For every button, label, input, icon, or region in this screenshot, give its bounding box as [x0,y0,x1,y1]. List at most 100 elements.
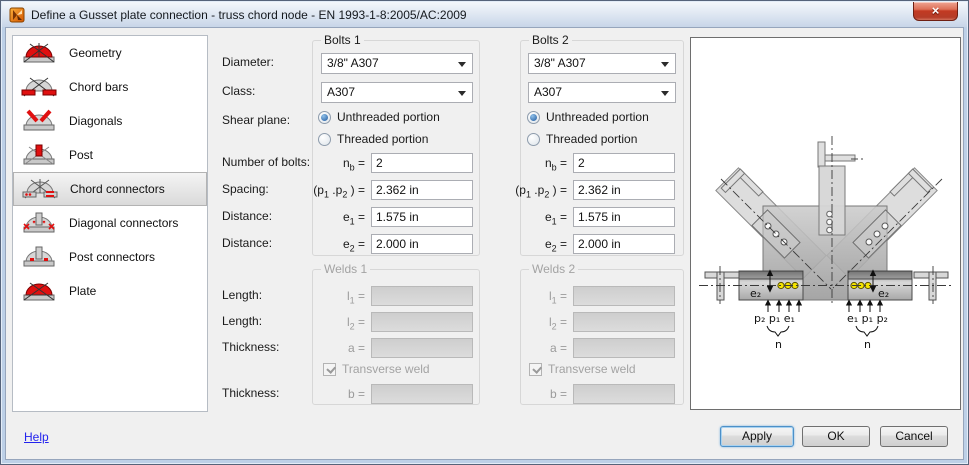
chord-connectors-icon [22,179,58,199]
welds1-title: Welds 1 [321,262,371,276]
n-left-label: n [775,338,782,351]
e2-right-label: e₂ [878,287,889,300]
window-title: Define a Gusset plate connection - truss… [31,7,467,22]
plate-icon [23,282,55,301]
sidebar-item-chord-connectors[interactable]: Chord connectors [13,172,207,206]
ok-button[interactable]: OK [802,426,870,447]
chord-bars-icon [21,77,57,97]
bolts2-threaded-radio[interactable]: Threaded portion [527,132,637,146]
title-bar: Define a Gusset plate connection - truss… [2,2,967,27]
dialog-content: Geometry Chord bars Diagonals Post Chord… [5,27,964,460]
welds2-l2-symbol: l2 = [548,315,567,332]
welds2-l1-input [573,286,675,306]
bolts1-e2-input[interactable] [371,234,473,254]
sidebar-item-label: Geometry [69,46,122,60]
label-spacing: Spacing: [222,182,269,196]
gusset-connection-diagram: e₂ e₂ p₂ p₁ e₁ e₁ p₁ p₂ n n [699,136,953,351]
dims-left-label: p₂ p₁ e₁ [754,312,795,325]
sidebar-item-label: Plate [69,284,97,298]
bolts2-title: Bolts 2 [529,33,572,47]
bolts1-unthreaded-radio[interactable]: Unthreaded portion [318,110,440,124]
bolts2-p-symbol: (p1 .p2 ) = [515,183,567,200]
welds1-l1-symbol: l1 = [346,289,365,306]
bolts1-class-select[interactable]: A307 [321,82,473,103]
label-shear-plane: Shear plane: [222,113,291,127]
sidebar-item-label: Diagonals [69,114,123,128]
sidebar-item-label: Diagonal connectors [69,216,179,230]
bolts1-nb-input[interactable] [371,153,473,173]
label-class: Class: [222,84,256,98]
label-length-l1: Length: [222,288,263,302]
bolts2-group: Bolts 2 3/8" A307 A307 Unthreaded portio… [515,33,684,256]
sidebar-item-label: Post connectors [69,250,156,264]
welds2-title: Welds 2 [529,262,579,276]
e2-left-label: e₂ [750,287,761,300]
bolts2-e2-input[interactable] [573,234,675,254]
welds2-transverse-checkbox: Transverse weld [529,362,636,376]
bolts1-e1-input[interactable] [371,207,473,227]
checkbox-checked-icon [323,362,336,376]
welds2-b-input [573,384,675,404]
radio-unchecked-icon [527,132,540,146]
welds1-b-symbol: b = [347,387,365,401]
dialog-window: Define a Gusset plate connection - truss… [0,0,969,465]
bolts2-p-input[interactable] [573,180,675,200]
welds1-b-input [371,384,473,404]
bolts1-title: Bolts 1 [321,33,364,47]
welds2-l2-input [573,312,675,332]
connection-preview-panel: e₂ e₂ p₂ p₁ e₁ e₁ p₁ p₂ n n [690,37,961,410]
bolts2-e1-input[interactable] [573,207,675,227]
sidebar-item-geometry[interactable]: Geometry [13,36,207,70]
label-number-of-bolts: Number of bolts: [222,155,311,169]
n-right-label: n [864,338,871,351]
bolts2-nb-input[interactable] [573,153,675,173]
welds1-a-symbol: a = [347,341,365,355]
welds1-l2-symbol: l2 = [346,315,365,332]
close-button[interactable]: × [913,2,958,21]
radio-checked-icon [527,110,540,124]
bolts2-class-select[interactable]: A307 [528,82,676,103]
sidebar-item-diagonal-connectors[interactable]: Diagonal connectors [13,206,207,240]
bolts2-diameter-select[interactable]: 3/8" A307 [528,53,676,74]
diagonals-icon [23,109,55,131]
bolts1-diameter-select[interactable]: 3/8" A307 [321,53,473,74]
bolts1-class-value: A307 [327,85,356,99]
label-distance-e1: Distance: [222,209,273,223]
welds1-group: Welds 1 l1 = l2 = a = Transverse weld b … [312,262,480,405]
cancel-button[interactable]: Cancel [880,426,948,447]
post-icon [23,144,55,165]
welds1-a-input [371,338,473,358]
sidebar-item-label: Chord bars [69,80,129,94]
geometry-icon [23,43,55,63]
checkbox-checked-icon [529,362,542,376]
label-thickness-b: Thickness: [222,386,280,400]
help-link[interactable]: Help [24,430,49,444]
bolts2-unthreaded-radio[interactable]: Unthreaded portion [527,110,649,124]
chevron-down-icon [661,91,669,100]
dims-right-label: e₁ p₁ p₂ [847,312,888,325]
bolts1-e1-symbol: e1 = [342,210,365,227]
chevron-down-icon [458,62,466,71]
bolts1-diameter-value: 3/8" A307 [327,56,379,70]
welds2-a-symbol: a = [549,341,567,355]
sidebar-item-plate[interactable]: Plate [13,274,207,308]
bolts1-p-input[interactable] [371,180,473,200]
welds2-l1-symbol: l1 = [548,289,567,306]
bolts1-threaded-radio[interactable]: Threaded portion [318,132,428,146]
apply-button[interactable]: Apply [720,426,794,447]
welds2-group: Welds 2 l1 = l2 = a = Transverse weld b … [520,262,684,405]
sidebar-item-chord-bars[interactable]: Chord bars [13,70,207,104]
label-length-l2: Length: [222,314,263,328]
bolts2-e2-symbol: e2 = [544,237,567,254]
chevron-down-icon [661,62,669,71]
welds1-l2-input [371,312,473,332]
sidebar-item-post[interactable]: Post [13,138,207,172]
welds2-b-symbol: b = [549,387,567,401]
app-icon [9,7,25,22]
sidebar-item-diagonals[interactable]: Diagonals [13,104,207,138]
sidebar-item-label: Post [69,148,94,162]
bolts2-e1-symbol: e1 = [544,210,567,227]
label-thickness-a: Thickness: [222,340,280,354]
sidebar-item-post-connectors[interactable]: Post connectors [13,240,207,274]
welds1-transverse-checkbox: Transverse weld [323,362,430,376]
